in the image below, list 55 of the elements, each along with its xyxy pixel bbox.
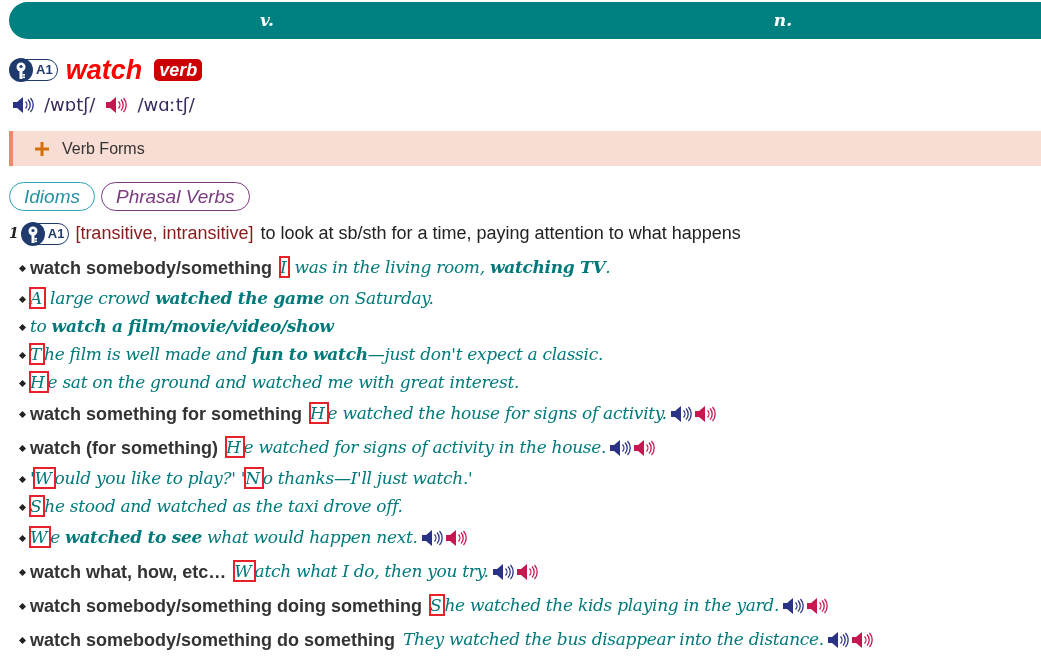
example-sentence: to watch a film/movie/video/show: [30, 315, 334, 339]
example-sentence: She stood and watched as the taxi drove off.: [30, 495, 403, 519]
example-sentence: They watched the bus disappear into the distance.: [403, 628, 824, 652]
plus-icon: [35, 141, 49, 156]
verb-pattern: watch what, how, etc…: [30, 560, 227, 584]
bullet-icon: [19, 444, 26, 452]
part-of-speech-label: verb: [154, 59, 203, 81]
bullet-icon: [19, 323, 26, 331]
pronunciation: /wɒtʃ/: [44, 93, 96, 117]
speaker-icon[interactable]: [420, 528, 443, 548]
part-of-speech-tab[interactable]: v.: [9, 2, 525, 39]
part-of-speech-tab[interactable]: n.: [525, 2, 1041, 39]
speaker-icon[interactable]: [693, 404, 716, 424]
speaker-icon[interactable]: [515, 562, 538, 582]
grammar-label: [transitive, intransitive]: [75, 222, 254, 245]
sense-number: 1: [9, 224, 19, 243]
bullet-icon: [19, 534, 26, 542]
example-sentence: We watched to see what would happen next.: [30, 526, 418, 550]
bullet-icon: [19, 636, 26, 644]
headword: watch: [65, 55, 143, 85]
verb-pattern: watch somebody/something: [30, 256, 273, 280]
example-sentence: The film is well made and fun to watch—just don't expect a classic.: [30, 343, 603, 367]
speaker-icon[interactable]: [782, 596, 805, 616]
example-sentence: I was in the living room, watching TV.: [280, 256, 611, 280]
speaker-icon[interactable]: [826, 630, 849, 650]
verb-pattern: watch (for something): [30, 436, 218, 460]
bullet-icon: [19, 410, 26, 418]
bullet-icon: [19, 351, 26, 359]
speaker-icon[interactable]: [633, 438, 656, 458]
speaker-icon[interactable]: [850, 630, 873, 650]
verb-pattern: watch somebody/something do something: [30, 628, 396, 652]
key-icon: [20, 221, 45, 246]
verb-pattern: watch somebody/something doing something: [30, 594, 423, 618]
bullet-icon: [19, 475, 26, 483]
speaker-icon[interactable]: [491, 562, 514, 582]
verb-forms-toggle[interactable]: Verb Forms: [9, 131, 1041, 166]
example-sentence: Watch what I do, then you try.: [234, 560, 489, 584]
speaker-icon[interactable]: [669, 404, 692, 424]
bullet-icon: [19, 503, 26, 511]
bullet-icon: [19, 379, 26, 387]
bullet-icon: [19, 602, 26, 610]
example-sentence: She watched the kids playing in the yard.: [430, 594, 780, 618]
verb-pattern: watch something for something: [30, 402, 302, 426]
definition: to look at sb/sth for a time, paying attention to what happens: [260, 222, 741, 245]
speaker-icon[interactable]: [105, 94, 128, 115]
speaker-icon[interactable]: [609, 438, 632, 458]
pronunciation: /wɑːtʃ/: [137, 93, 195, 117]
key-icon: [9, 58, 33, 82]
speaker-icon[interactable]: [806, 596, 829, 616]
speaker-icon[interactable]: [444, 528, 467, 548]
bullet-icon: [19, 568, 26, 576]
bullet-icon: [19, 295, 26, 303]
bullet-icon: [19, 264, 26, 272]
example-sentence: 'Would you like to play?' 'No thanks—I'll just watch.': [30, 467, 473, 491]
speaker-icon[interactable]: [12, 94, 34, 115]
